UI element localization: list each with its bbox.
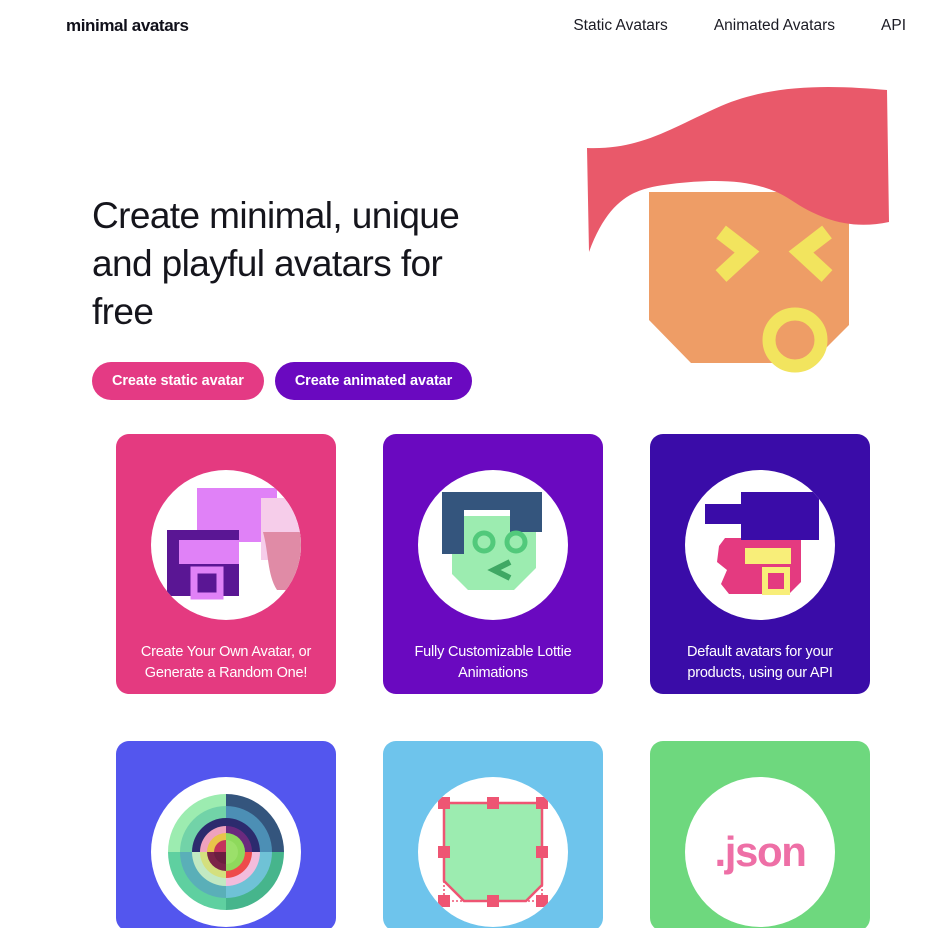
hero-avatar-illustration [571,80,911,410]
hero-actions: Create static avatar Create animated ava… [92,362,492,400]
card-avatar-indigo-pink [685,470,835,620]
brand-logo[interactable]: minimal avatars [66,16,189,36]
card-avatar-green-navy [418,470,568,620]
handle-bottom-right[interactable] [536,895,548,907]
card-json-art: .json [685,777,835,927]
card-label: Default avatars for your products, using… [687,644,833,681]
handle-bottom-left[interactable] [438,895,450,907]
create-animated-avatar-button[interactable]: Create animated avatar [274,362,473,400]
card-create-your-own-avatar[interactable]: Create Your Own Avatar, or Generate a Ra… [116,434,336,694]
card-label: Fully Customizable Lottie Animations [414,644,572,681]
nav-static-avatars[interactable]: Static Avatars [573,17,667,35]
card-vector-shape[interactable] [383,741,603,928]
avatar-side-shadow [263,532,301,590]
site-header: minimal avatars Static Avatars Animated … [0,0,951,52]
card-default-avatars-api[interactable]: Default avatars for your products, using… [650,434,870,694]
card-label: Create Your Own Avatar, or Generate a Ra… [140,644,312,681]
color-wheel-svg [168,794,284,910]
handle-top-right[interactable] [536,797,548,809]
handle-top-left[interactable] [438,797,450,809]
hero-copy: Create minimal, unique and playful avata… [92,80,492,400]
handle-bottom-center[interactable] [487,895,499,907]
nav-animated-avatars[interactable]: Animated Avatars [714,17,835,35]
card-lottie-animations[interactable]: Fully Customizable Lottie Animations [383,434,603,694]
avatar-hair-shape [705,492,819,540]
feature-card-grid: Create Your Own Avatar, or Generate a Ra… [0,434,951,928]
handle-middle-right[interactable] [536,846,548,858]
vector-shape-fill [442,801,544,903]
create-static-avatar-button[interactable]: Create static avatar [92,362,264,400]
card-color-wheel[interactable] [116,741,336,928]
card-vector-polygon-art [418,777,568,927]
nav-api[interactable]: API [881,17,906,35]
avatar-eye-band [179,540,239,564]
handle-top-center[interactable] [487,797,499,809]
vector-polygon-svg [438,797,548,907]
main-navigation: Static Avatars Animated Avatars API [573,17,906,35]
card-color-wheel-art [151,777,301,927]
avatar-pink-purple-svg [167,488,301,600]
handle-middle-left[interactable] [438,846,450,858]
avatar-indigo-pink-svg [705,492,819,595]
avatar-eye-band [745,548,791,564]
hero-avatar-svg [587,86,889,373]
json-label-text: .json [714,828,806,875]
avatar-green-navy-svg [442,492,542,590]
hero-section: Create minimal, unique and playful avata… [0,52,951,434]
color-wheel-core [214,840,238,864]
page-title: Create minimal, unique and playful avata… [92,195,460,332]
card-avatar-pink-purple [151,470,301,620]
card-json-export[interactable]: .json [650,741,870,928]
